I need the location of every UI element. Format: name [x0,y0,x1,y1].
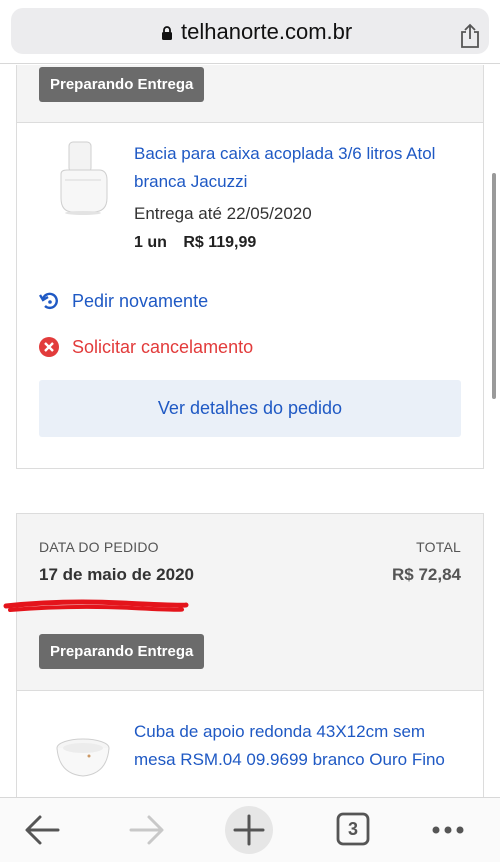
product-image-toilet [60,141,108,215]
tab-count: 3 [347,819,358,839]
quantity: 1 un [134,234,167,251]
price: R$ 119,99 [183,234,257,251]
status-badge: Preparando Entrega [39,634,205,669]
scrollbar[interactable] [492,173,496,399]
cancel-icon [39,337,59,357]
reorder-label: Pedir novamente [72,291,209,311]
browser-address-bar: telhanorte.com.br [0,0,500,64]
product-name-link[interactable]: Bacia para caixa acoplada 3/6 litros Ato… [134,140,464,196]
browser-toolbar: 3 [0,797,500,862]
order-card-header: Preparando Entrega [17,65,483,123]
delivery-date: Entrega até 22/05/2020 [134,204,312,223]
status-badge: Preparando Entrega [39,67,205,102]
back-arrow-icon[interactable] [18,808,68,852]
order-date-value: 17 de maio de 2020 [39,565,194,584]
order-card: Preparando Entrega Bacia para caixa acop… [16,65,484,469]
url-text: telhanorte.com.br [181,19,353,44]
lock-icon [162,26,172,40]
forward-arrow-icon[interactable] [121,808,171,852]
order-card: DATA DO PEDIDO TOTAL 17 de maio de 2020 … [16,513,484,797]
quantity-price: 1 un R$ 119,99 [134,234,268,252]
product-name-link[interactable]: Cuba de apoio redonda 43X12cm sem mesa R… [134,718,464,774]
share-icon[interactable] [458,23,482,49]
order-total-value: R$ 72,84 [392,565,461,584]
tabs-button[interactable]: 3 [328,808,378,852]
new-tab-plus-icon[interactable] [224,805,274,855]
cancel-label: Solicitar cancelamento [72,337,254,357]
view-order-details-button[interactable]: Ver detalhes do pedido [39,380,461,437]
more-icon[interactable] [423,808,473,852]
product-image-basin [56,738,110,777]
reorder-icon [39,292,58,309]
order-date-label: DATA DO PEDIDO [39,539,159,555]
reorder-action[interactable]: Pedir novamente [39,289,239,313]
cancel-action[interactable]: Solicitar cancelamento [39,335,279,359]
order-total-label: TOTAL [416,539,461,555]
page-content: Preparando Entrega Bacia para caixa acop… [0,65,500,797]
redaction-scribble [3,599,189,612]
url-field[interactable]: telhanorte.com.br [11,8,489,54]
